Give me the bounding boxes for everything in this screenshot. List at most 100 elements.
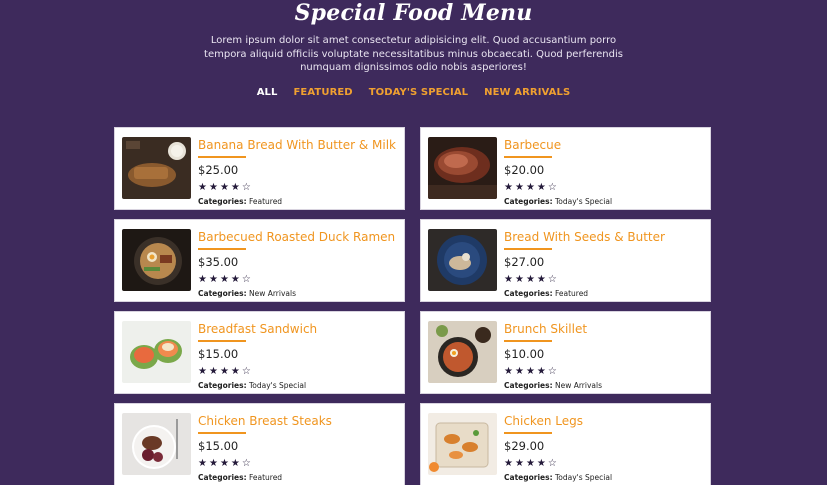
star-filled-icon: ★ bbox=[198, 182, 209, 193]
menu-card[interactable]: Breadfast Sandwich $15.00 ★★★★☆ Categori… bbox=[114, 311, 405, 394]
star-empty-icon: ☆ bbox=[547, 366, 559, 377]
item-name[interactable]: Barbecue bbox=[504, 137, 704, 153]
star-filled-icon: ★ bbox=[504, 274, 515, 285]
star-empty-icon: ☆ bbox=[547, 182, 559, 193]
item-price: $10.00 bbox=[504, 347, 545, 361]
title-underline bbox=[504, 248, 552, 250]
filter-bar: ALL FEATURED TODAY'S SPECIAL NEW ARRIVAL… bbox=[0, 87, 827, 98]
star-filled-icon: ★ bbox=[230, 182, 242, 193]
menu-card[interactable]: Chicken Legs $29.00 ★★★★☆ Categories: To… bbox=[420, 403, 711, 485]
item-name[interactable]: Chicken Breast Steaks bbox=[198, 413, 398, 429]
star-filled-icon: ★ bbox=[219, 458, 231, 469]
item-price: $35.00 bbox=[198, 255, 239, 269]
title-underline bbox=[504, 156, 552, 158]
star-filled-icon: ★ bbox=[525, 366, 537, 377]
filter-new-arrivals[interactable]: NEW ARRIVALS bbox=[484, 87, 570, 98]
rating-stars: ★★★★☆ bbox=[198, 274, 398, 286]
star-filled-icon: ★ bbox=[514, 182, 526, 193]
item-price: $15.00 bbox=[198, 439, 239, 453]
filter-all[interactable]: ALL bbox=[257, 87, 278, 98]
star-filled-icon: ★ bbox=[525, 182, 537, 193]
star-filled-icon: ★ bbox=[198, 366, 209, 377]
menu-card[interactable]: Barbecue $20.00 ★★★★☆ Categories: Today'… bbox=[420, 127, 711, 210]
item-name[interactable]: Banana Bread With Butter & Milk bbox=[198, 137, 398, 153]
star-filled-icon: ★ bbox=[219, 182, 231, 193]
item-name[interactable]: Breadfast Sandwich bbox=[198, 321, 398, 337]
item-category: Categories: Today's Special bbox=[504, 197, 613, 206]
star-filled-icon: ★ bbox=[208, 458, 220, 469]
star-filled-icon: ★ bbox=[536, 458, 548, 469]
item-price: $20.00 bbox=[504, 163, 545, 177]
item-price: $15.00 bbox=[198, 347, 239, 361]
title-underline bbox=[198, 432, 246, 434]
item-category: Categories: New Arrivals bbox=[504, 381, 602, 390]
star-filled-icon: ★ bbox=[219, 366, 231, 377]
star-filled-icon: ★ bbox=[198, 274, 209, 285]
star-filled-icon: ★ bbox=[219, 274, 231, 285]
menu-card[interactable]: Brunch Skillet $10.00 ★★★★☆ Categories: … bbox=[420, 311, 711, 394]
title-underline bbox=[198, 340, 246, 342]
item-price: $29.00 bbox=[504, 439, 545, 453]
item-name[interactable]: Bread With Seeds & Butter bbox=[504, 229, 704, 245]
item-category: Categories: New Arrivals bbox=[198, 289, 296, 298]
star-empty-icon: ☆ bbox=[547, 458, 559, 469]
chicken-legs-photo[interactable] bbox=[428, 413, 497, 475]
star-filled-icon: ★ bbox=[230, 366, 242, 377]
title-underline bbox=[504, 432, 552, 434]
intro-text: Lorem ipsum dolor sit amet consectetur a… bbox=[204, 35, 623, 73]
star-filled-icon: ★ bbox=[504, 366, 515, 377]
seed-bread-photo[interactable] bbox=[428, 229, 497, 291]
barbecue-photo[interactable] bbox=[428, 137, 497, 199]
title-underline bbox=[198, 156, 246, 158]
item-name[interactable]: Brunch Skillet bbox=[504, 321, 704, 337]
star-filled-icon: ★ bbox=[208, 182, 220, 193]
item-name[interactable]: Chicken Legs bbox=[504, 413, 704, 429]
star-filled-icon: ★ bbox=[536, 182, 548, 193]
item-name[interactable]: Barbecued Roasted Duck Ramen bbox=[198, 229, 398, 245]
rating-stars: ★★★★☆ bbox=[504, 182, 704, 194]
star-empty-icon: ☆ bbox=[241, 366, 253, 377]
rating-stars: ★★★★☆ bbox=[504, 274, 704, 286]
star-filled-icon: ★ bbox=[208, 366, 220, 377]
star-empty-icon: ☆ bbox=[241, 458, 253, 469]
star-filled-icon: ★ bbox=[536, 274, 548, 285]
banana-bread-photo[interactable] bbox=[122, 137, 191, 199]
item-price: $27.00 bbox=[504, 255, 545, 269]
star-filled-icon: ★ bbox=[514, 458, 526, 469]
title-underline bbox=[504, 340, 552, 342]
item-category: Categories: Featured bbox=[504, 289, 589, 298]
rating-stars: ★★★★☆ bbox=[198, 458, 398, 470]
star-empty-icon: ☆ bbox=[547, 274, 559, 285]
menu-grid: Banana Bread With Butter & Milk $25.00 ★… bbox=[114, 127, 711, 485]
star-empty-icon: ☆ bbox=[241, 274, 253, 285]
star-filled-icon: ★ bbox=[208, 274, 220, 285]
star-filled-icon: ★ bbox=[525, 458, 537, 469]
skillet-photo[interactable] bbox=[428, 321, 497, 383]
star-filled-icon: ★ bbox=[504, 182, 515, 193]
star-filled-icon: ★ bbox=[230, 274, 242, 285]
menu-card[interactable]: Barbecued Roasted Duck Ramen $35.00 ★★★★… bbox=[114, 219, 405, 302]
star-filled-icon: ★ bbox=[525, 274, 537, 285]
item-category: Categories: Featured bbox=[198, 473, 283, 482]
star-filled-icon: ★ bbox=[536, 366, 548, 377]
star-filled-icon: ★ bbox=[230, 458, 242, 469]
menu-card[interactable]: Bread With Seeds & Butter $27.00 ★★★★☆ C… bbox=[420, 219, 711, 302]
rating-stars: ★★★★☆ bbox=[198, 182, 398, 194]
rating-stars: ★★★★☆ bbox=[504, 366, 704, 378]
star-empty-icon: ☆ bbox=[241, 182, 253, 193]
star-filled-icon: ★ bbox=[514, 274, 526, 285]
sandwich-photo[interactable] bbox=[122, 321, 191, 383]
item-category: Categories: Featured bbox=[198, 197, 283, 206]
menu-card[interactable]: Chicken Breast Steaks $15.00 ★★★★☆ Categ… bbox=[114, 403, 405, 485]
star-filled-icon: ★ bbox=[198, 458, 209, 469]
item-category: Categories: Today's Special bbox=[198, 381, 307, 390]
chicken-steak-photo[interactable] bbox=[122, 413, 191, 475]
rating-stars: ★★★★☆ bbox=[504, 458, 704, 470]
filter-todays-special[interactable]: TODAY'S SPECIAL bbox=[369, 87, 468, 98]
title-underline bbox=[198, 248, 246, 250]
star-filled-icon: ★ bbox=[514, 366, 526, 377]
item-category: Categories: Today's Special bbox=[504, 473, 613, 482]
duck-ramen-photo[interactable] bbox=[122, 229, 191, 291]
menu-card[interactable]: Banana Bread With Butter & Milk $25.00 ★… bbox=[114, 127, 405, 210]
filter-featured[interactable]: FEATURED bbox=[294, 87, 353, 98]
